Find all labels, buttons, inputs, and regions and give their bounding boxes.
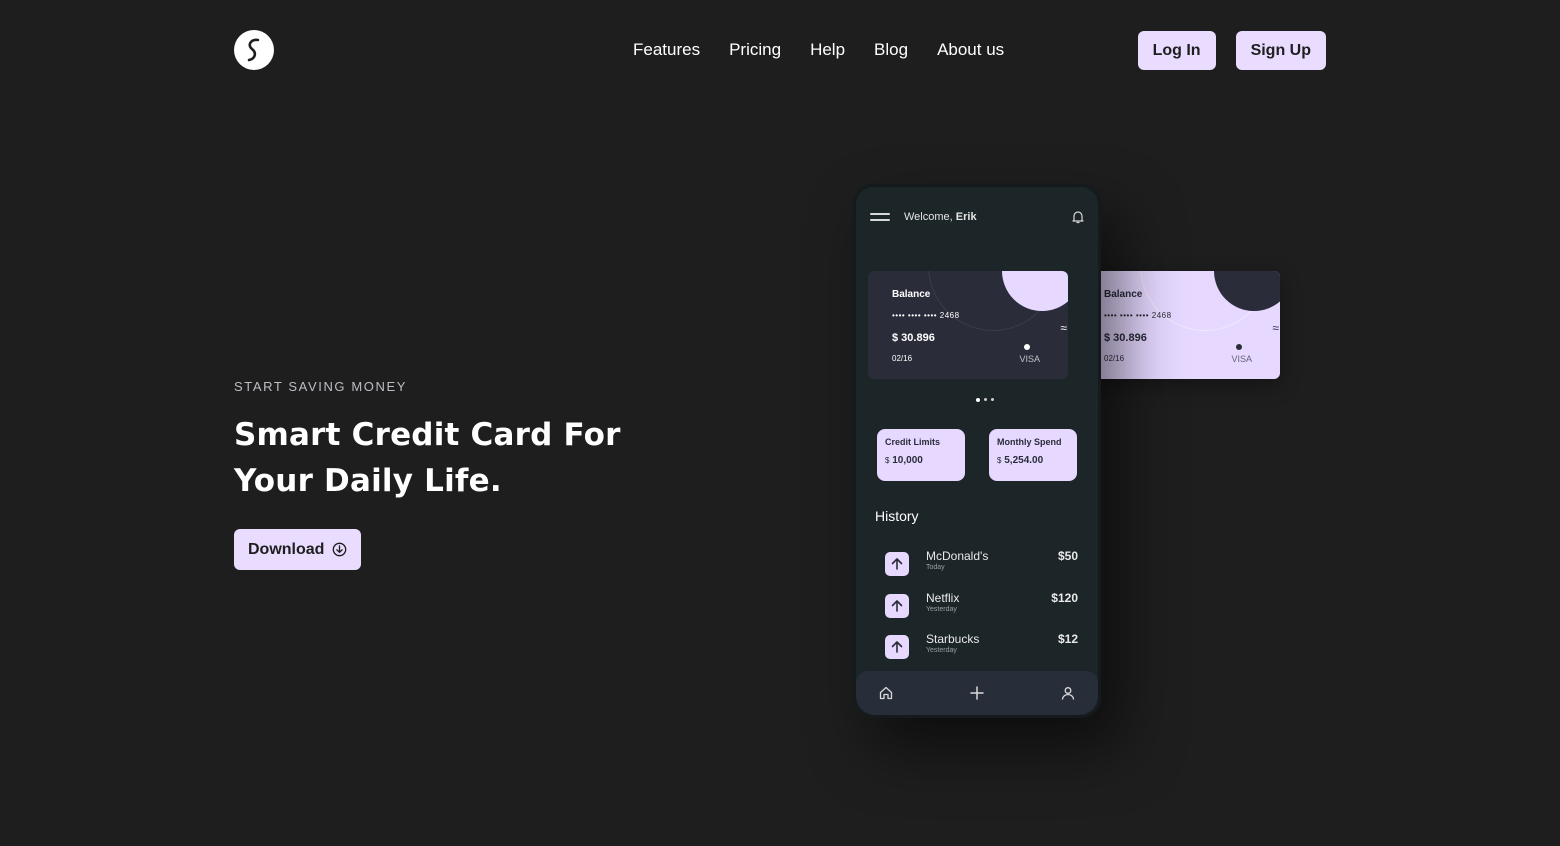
transaction-amount: $12 bbox=[1057, 632, 1078, 646]
logo-icon bbox=[247, 38, 260, 62]
card-chip-dot bbox=[1236, 344, 1242, 350]
card-balance: $ 30.896 bbox=[892, 332, 935, 344]
transaction-name: Netflix bbox=[926, 591, 960, 605]
card-balance: $ 30.896 bbox=[1104, 332, 1147, 344]
transaction-row[interactable]: Starbucks Yesterday $12 bbox=[885, 632, 1078, 662]
carousel-dots[interactable] bbox=[976, 398, 994, 402]
transaction-name: McDonald's bbox=[926, 549, 989, 563]
card-brand: VISA bbox=[1231, 354, 1252, 364]
signup-button[interactable]: Sign Up bbox=[1235, 31, 1326, 70]
nav-pricing-link[interactable]: Pricing bbox=[729, 39, 781, 61]
nav-blog-link[interactable]: Blog bbox=[874, 39, 908, 61]
hero-eyebrow: START SAVING MONEY bbox=[234, 379, 408, 394]
plus-icon bbox=[970, 686, 984, 700]
stat-value: $ 5,254.00 bbox=[997, 455, 1044, 466]
card-number: •••• •••• •••• 2468 bbox=[1104, 311, 1172, 320]
nav-features-link[interactable]: Features bbox=[633, 39, 700, 61]
welcome-name: Erik bbox=[955, 211, 977, 223]
card-expiry: 02/16 bbox=[1104, 354, 1125, 363]
credit-card-light[interactable]: Balance •••• •••• •••• 2468 $ 30.896 02/… bbox=[1080, 271, 1280, 379]
transaction-row[interactable]: McDonald's Today $50 bbox=[885, 549, 1078, 579]
transaction-date: Yesterday bbox=[926, 647, 957, 654]
download-button[interactable]: Download bbox=[234, 529, 362, 570]
card-title: Balance bbox=[1104, 289, 1143, 300]
contactless-icon: ≈ bbox=[1060, 321, 1067, 335]
home-icon bbox=[879, 686, 893, 700]
home-tab[interactable] bbox=[878, 685, 894, 701]
nav-help-link[interactable]: Help bbox=[810, 39, 845, 61]
credit-limits-tile[interactable]: Credit Limits $ 10,000 bbox=[877, 429, 965, 481]
transaction-date: Yesterday bbox=[926, 606, 957, 613]
main-nav: Features Pricing Help Blog About us bbox=[633, 39, 1033, 61]
transaction-amount: $50 bbox=[1057, 549, 1078, 563]
bell-icon[interactable] bbox=[1072, 210, 1084, 224]
stat-value: $ 10,000 bbox=[885, 455, 923, 466]
phone-tab-bar bbox=[856, 671, 1098, 715]
profile-tab[interactable] bbox=[1060, 685, 1076, 701]
card-expiry: 02/16 bbox=[892, 354, 913, 363]
welcome-prefix: Welcome, bbox=[904, 211, 956, 223]
download-icon bbox=[333, 542, 347, 557]
history-title: History bbox=[875, 508, 919, 524]
contactless-icon: ≈ bbox=[1272, 321, 1279, 335]
card-title: Balance bbox=[892, 289, 931, 300]
stat-label: Monthly Spend bbox=[997, 437, 1062, 447]
transaction-date: Today bbox=[926, 564, 945, 571]
transaction-row[interactable]: Netflix Yesterday $120 bbox=[885, 591, 1078, 621]
credit-card-dark[interactable]: Balance •••• •••• •••• 2468 $ 30.896 02/… bbox=[868, 271, 1068, 379]
phone-mockup: Welcome, Erik Balance •••• •••• •••• 246… bbox=[853, 184, 1101, 718]
arrow-up-icon bbox=[885, 552, 909, 576]
transaction-name: Starbucks bbox=[926, 632, 980, 646]
hero-headline: Smart Credit Card For Your Daily Life. bbox=[234, 417, 621, 499]
arrow-up-icon bbox=[885, 635, 909, 659]
auth-buttons: Log In Sign Up bbox=[1137, 31, 1326, 70]
brand-logo[interactable] bbox=[234, 30, 274, 70]
nav-about-link[interactable]: About us bbox=[937, 39, 1004, 61]
transaction-amount: $120 bbox=[1051, 591, 1078, 605]
stat-label: Credit Limits bbox=[885, 437, 941, 447]
card-number: •••• •••• •••• 2468 bbox=[892, 311, 960, 320]
user-icon bbox=[1061, 687, 1075, 700]
arrow-up-icon bbox=[885, 594, 909, 618]
login-button[interactable]: Log In bbox=[1137, 31, 1216, 70]
phone-header: Welcome, Erik bbox=[870, 210, 1084, 224]
menu-icon[interactable] bbox=[870, 213, 890, 221]
monthly-spend-tile[interactable]: Monthly Spend $ 5,254.00 bbox=[989, 429, 1077, 481]
download-label: Download bbox=[248, 540, 325, 558]
card-chip-dot bbox=[1024, 344, 1030, 350]
welcome-text: Welcome, Erik bbox=[904, 211, 977, 223]
add-tab[interactable] bbox=[969, 685, 985, 701]
card-brand: VISA bbox=[1019, 354, 1040, 364]
